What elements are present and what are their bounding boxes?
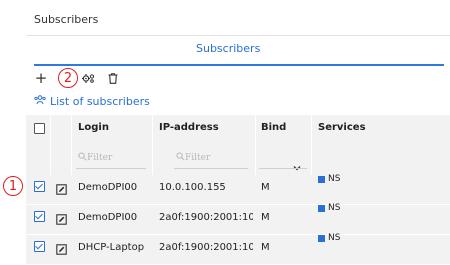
service-color-icon [318, 175, 325, 183]
annotation-marker-2: 2 [58, 68, 78, 88]
service-tag: NS [318, 233, 340, 243]
ip-cell: 2a0f:1900:2001:10 [159, 212, 253, 223]
service-label: NS [328, 203, 341, 213]
ip-cell: 10.0.100.155 [159, 182, 226, 193]
filter-underline [259, 168, 307, 169]
service-color-icon [318, 204, 325, 212]
service-color-icon [318, 234, 325, 242]
users-icon [34, 95, 50, 108]
service-tag: NS [318, 203, 340, 213]
bind-filter-dropdown[interactable] [259, 153, 307, 171]
filter-underline [174, 168, 248, 169]
service-label: NS [328, 233, 341, 243]
search-icon [176, 152, 185, 164]
add-button[interactable]: + [34, 68, 48, 88]
subscribers-panel: Subscribers Subscribers + 2 List of subs… [26, 0, 450, 265]
chevron-down-icon [293, 156, 301, 175]
login-filter-input[interactable]: Filter [78, 152, 112, 164]
annotation-marker-1: 1 [3, 176, 23, 196]
row-checkbox[interactable] [34, 241, 45, 252]
bind-cell: M [261, 242, 270, 253]
bind-cell: M [261, 212, 270, 223]
tab-subscribers[interactable]: Subscribers [196, 42, 260, 55]
column-header-ip[interactable]: IP-address [159, 122, 219, 133]
edit-icon[interactable] [56, 240, 67, 259]
edit-icon[interactable] [56, 210, 67, 229]
row-checkbox[interactable] [34, 181, 45, 192]
service-tag: NS [318, 174, 340, 184]
list-header: List of subscribers [34, 95, 150, 108]
filter-underline [76, 168, 146, 169]
filter-placeholder: Filter [87, 153, 113, 163]
service-label: NS [328, 174, 341, 184]
tab-active-indicator [34, 64, 444, 66]
list-title: List of subscribers [50, 95, 150, 108]
filter-placeholder: Filter [185, 153, 211, 163]
login-cell: DemoDPI00 [78, 212, 138, 223]
settings-gears-icon[interactable] [80, 68, 96, 88]
bind-cell: M [261, 182, 270, 193]
edit-icon[interactable] [56, 180, 67, 199]
search-icon [78, 152, 87, 164]
login-cell: DemoDPI00 [78, 182, 138, 193]
column-header-bind[interactable]: Bind [261, 122, 286, 133]
column-header-login[interactable]: Login [78, 122, 109, 133]
column-header-services[interactable]: Services [318, 122, 366, 133]
login-cell: DHCP-Laptop [78, 242, 145, 253]
ip-cell: 2a0f:1900:2001:10 [159, 242, 253, 253]
delete-trash-icon[interactable] [106, 68, 120, 88]
divider [26, 35, 450, 36]
toolbar: + 2 [26, 68, 176, 88]
ip-filter-input[interactable]: Filter [176, 152, 210, 164]
panel-title: Subscribers [34, 13, 99, 26]
select-all-checkbox[interactable] [34, 123, 45, 134]
row-checkbox[interactable] [34, 211, 45, 222]
